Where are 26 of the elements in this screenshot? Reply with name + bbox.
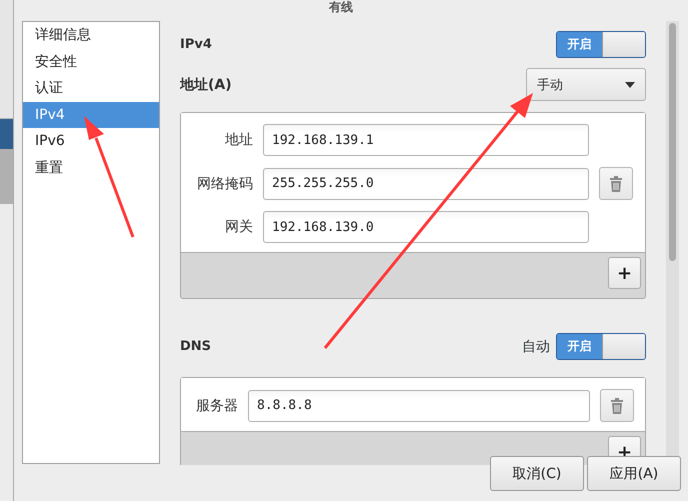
trash-icon — [609, 176, 623, 192]
sidebar-item[interactable]: 安全性 — [23, 48, 159, 75]
add-button[interactable]: + — [608, 257, 641, 289]
window-title: 有线 — [329, 0, 354, 15]
field-label: 服务器 — [195, 396, 238, 414]
input-field[interactable]: 8.8.8.8 — [248, 390, 590, 422]
sidebar-item[interactable]: 详细信息 — [23, 22, 159, 48]
auto-label: 自动 — [522, 338, 550, 356]
caret-icon — [625, 82, 635, 88]
delete-button[interactable] — [600, 389, 634, 422]
input-field[interactable]: 192.168.139.1 — [263, 124, 589, 156]
method-dropdown[interactable]: 手动 — [526, 68, 646, 101]
sidebar-item[interactable]: 重置 — [23, 154, 159, 181]
section-title: IPv4 — [180, 36, 212, 52]
dialog-button[interactable]: 应用(A) — [587, 456, 681, 491]
dialog-button[interactable]: 取消(C) — [490, 456, 584, 491]
trash-icon — [610, 398, 624, 414]
field-label: 地址 — [224, 131, 253, 149]
input-field[interactable]: 192.168.139.0 — [263, 211, 589, 243]
section-title: DNS — [180, 339, 212, 354]
field-label: 网关 — [224, 218, 253, 236]
sidebar-item[interactable]: IPv6 — [23, 128, 159, 154]
sidebar-item[interactable]: 认证 — [23, 75, 159, 102]
input-field[interactable]: 255.255.255.0 — [263, 168, 589, 200]
delete-button[interactable] — [599, 167, 633, 200]
field-label: 网络掩码 — [196, 174, 253, 192]
